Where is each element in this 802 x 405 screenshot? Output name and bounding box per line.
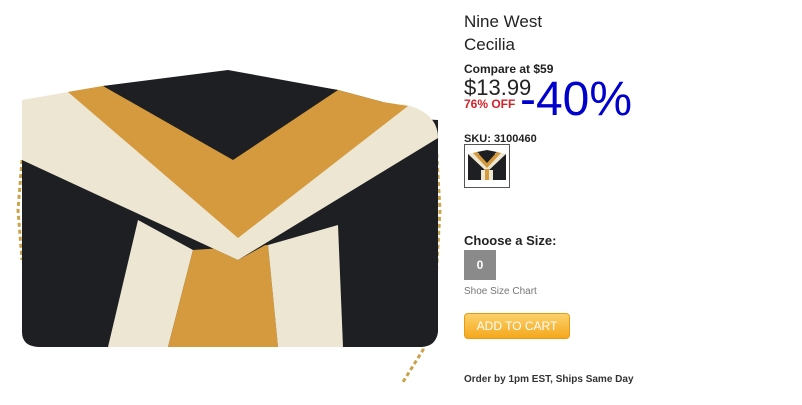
discount-overlay: -40% — [520, 73, 633, 126]
product-model: Cecilia — [464, 35, 516, 54]
size-option-button[interactable]: 0 — [464, 250, 496, 280]
size-chart-link[interactable]: Shoe Size Chart — [464, 286, 537, 297]
add-to-cart-button[interactable]: ADD TO CART — [464, 313, 570, 339]
product-image — [8, 60, 448, 400]
shipping-note: Order by 1pm EST, Ships Same Day — [464, 374, 634, 385]
percent-off-badge: 76% OFF — [464, 97, 516, 111]
swatch-thumbnail-icon — [468, 150, 506, 180]
clutch-bag-illustration — [16, 70, 442, 383]
cream-panel-right — [268, 225, 343, 347]
choose-size-label: Choose a Size: — [464, 233, 557, 248]
color-swatch[interactable] — [464, 144, 510, 188]
brand-name: Nine West — [464, 12, 543, 31]
